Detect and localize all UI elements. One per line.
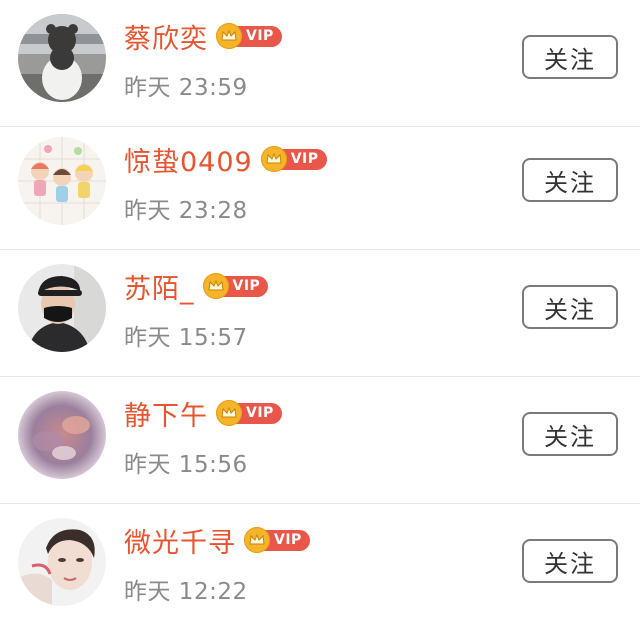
vip-label: VIP [236,25,282,47]
username[interactable]: 微光千寻 [124,521,236,560]
vip-badge: VIP [216,23,282,49]
avatar-image[interactable] [18,14,106,102]
list-item[interactable]: 惊蛰0409 VIP 昨天 23:28 关注 [0,123,640,250]
vip-label: VIP [236,402,282,424]
username[interactable]: 蔡欣奕 [124,17,208,56]
timestamp: 昨天 23:59 [124,75,248,101]
crown-icon [216,23,242,49]
crown-icon [260,146,287,172]
crown-icon [202,273,229,299]
list-item[interactable]: 静下午 VIP 昨天 15:56 关注 [0,377,640,504]
follow-button[interactable]: 关注 [522,539,618,583]
vip-badge: VIP [260,146,327,172]
avatar-image[interactable] [18,264,106,352]
vip-label: VIP [222,275,269,297]
username[interactable]: 苏陌_ [124,267,195,306]
list-item[interactable]: 蔡欣奕 VIP 昨天 23:59 关注 [0,0,640,127]
avatar-image[interactable] [18,518,106,606]
list-item[interactable]: 苏陌_ VIP 昨天 15:57 关注 [0,250,640,377]
username[interactable]: 惊蛰0409 [124,140,253,179]
vip-badge: VIP [244,527,310,553]
avatar-image[interactable] [18,391,106,479]
timestamp: 昨天 12:22 [124,579,248,605]
crown-icon [216,400,242,426]
follower-list: 蔡欣奕 VIP 昨天 23:59 关注 惊蛰0409 VIP 昨天 23:28 … [0,0,640,624]
username[interactable]: 静下午 [124,394,208,433]
timestamp: 昨天 15:57 [124,325,248,351]
timestamp: 昨天 23:28 [124,198,248,224]
follow-button[interactable]: 关注 [522,158,618,202]
list-item[interactable]: 微光千寻 VIP 昨天 12:22 关注 [0,504,640,631]
vip-label: VIP [280,148,327,170]
vip-label: VIP [264,529,310,551]
vip-badge: VIP [202,273,269,299]
follow-button[interactable]: 关注 [522,285,618,329]
crown-icon [244,527,270,553]
vip-badge: VIP [216,400,282,426]
follow-button[interactable]: 关注 [522,412,618,456]
avatar-image[interactable] [18,137,106,225]
timestamp: 昨天 15:56 [124,452,248,478]
follow-button[interactable]: 关注 [522,35,618,79]
